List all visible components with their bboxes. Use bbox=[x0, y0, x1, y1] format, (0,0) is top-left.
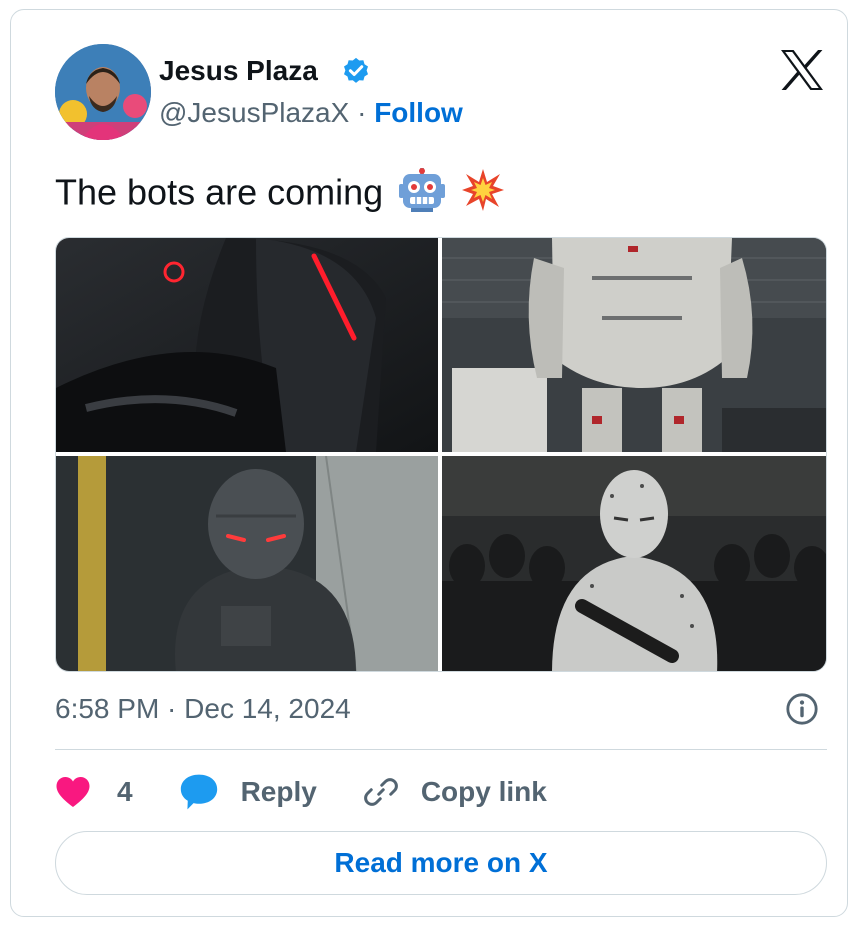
copy-link-button[interactable]: Copy link bbox=[363, 774, 547, 810]
x-logo-icon[interactable] bbox=[779, 49, 825, 91]
media-image-1[interactable] bbox=[56, 238, 438, 452]
reply-bubble-icon bbox=[180, 774, 217, 810]
like-button[interactable]: 4 bbox=[55, 775, 133, 809]
media-image-3[interactable] bbox=[56, 456, 438, 671]
tweet-text: The bots are coming bbox=[55, 168, 505, 222]
heart-icon bbox=[56, 777, 90, 807]
author-name[interactable]: Jesus Plaza bbox=[159, 54, 318, 88]
tweet-timestamp[interactable]: 6:58 PM · Dec 14, 2024 bbox=[55, 692, 351, 726]
link-icon bbox=[363, 778, 398, 806]
collision-icon bbox=[461, 168, 505, 222]
read-more-button[interactable]: Read more on X bbox=[55, 831, 827, 895]
author-handle[interactable]: @JesusPlazaX bbox=[159, 97, 349, 128]
reply-button[interactable]: Reply bbox=[179, 773, 317, 811]
copy-link-label: Copy link bbox=[420, 776, 547, 807]
like-count: 4 bbox=[117, 776, 133, 807]
robot-face-icon bbox=[399, 168, 446, 222]
verified-badge-icon bbox=[344, 57, 368, 83]
follow-link[interactable]: Follow bbox=[374, 97, 463, 128]
divider bbox=[55, 749, 827, 750]
media-grid bbox=[55, 237, 827, 672]
media-image-4[interactable] bbox=[442, 456, 826, 671]
action-bar: 4 Reply Copy link bbox=[55, 770, 547, 814]
tweet-embed-card: Jesus Plaza @JesusPlazaX · Follow The bo… bbox=[10, 9, 848, 917]
info-icon[interactable] bbox=[785, 692, 819, 726]
handle-separator: · bbox=[349, 97, 375, 128]
author-handle-row: @JesusPlazaX · Follow bbox=[159, 96, 463, 130]
media-image-2[interactable] bbox=[442, 238, 826, 452]
author-avatar[interactable] bbox=[55, 44, 151, 140]
tweet-text-body: The bots are coming bbox=[55, 171, 384, 213]
reply-label: Reply bbox=[240, 776, 317, 807]
